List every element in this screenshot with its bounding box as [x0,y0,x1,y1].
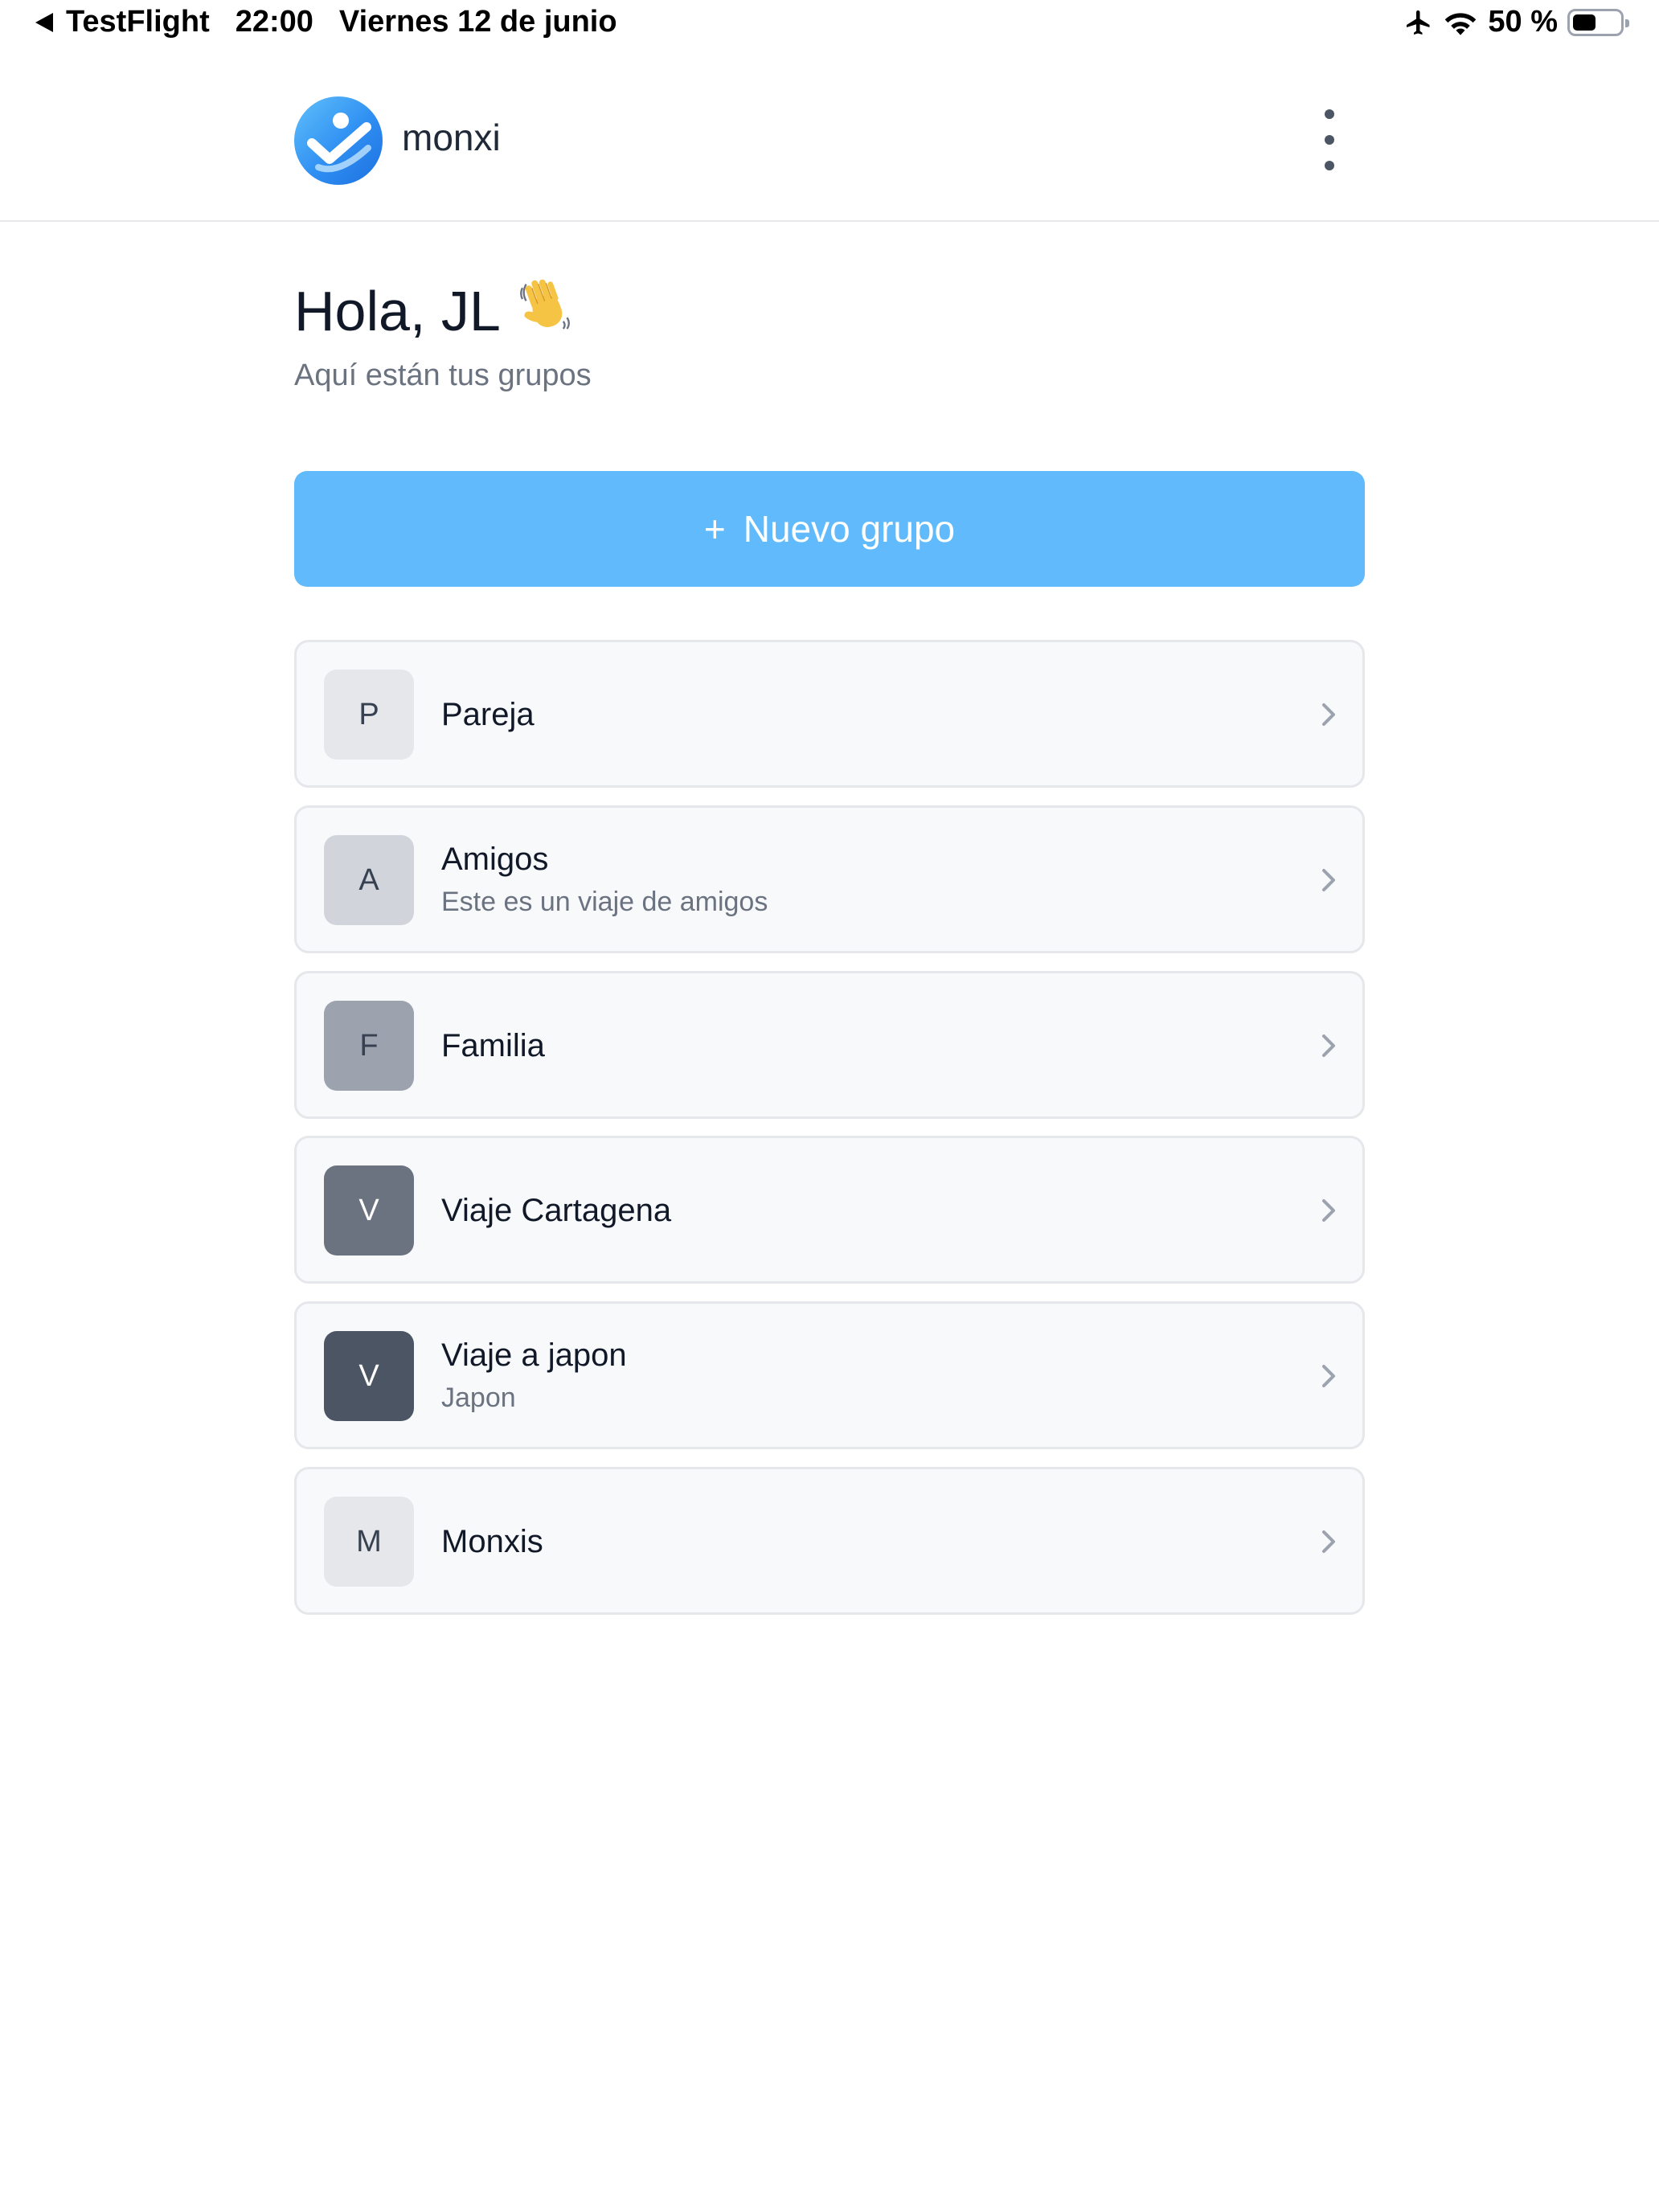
group-avatar: P [324,670,414,760]
kebab-menu-icon[interactable] [1310,108,1349,172]
group-avatar: A [324,835,414,925]
back-arrow-icon[interactable] [35,12,53,32]
status-date: Viernes 12 de junio [338,5,617,39]
status-bar: TestFlight 22:00 Viernes 12 de junio 50 … [0,0,1659,51]
new-group-button[interactable]: + Nuevo grupo [294,471,1365,587]
wifi-icon [1443,9,1478,36]
group-description: Japon [441,1382,516,1413]
group-avatar: F [324,1001,414,1091]
back-to-app-label[interactable]: TestFlight [66,5,210,39]
airplane-icon [1403,8,1435,37]
chevron-right-icon [1322,703,1335,726]
brand-name: monxi [402,117,501,158]
group-name: Amigos [441,842,549,877]
new-group-label: Nuevo grupo [743,508,956,550]
group-card-monxis[interactable]: M Monxis [294,1467,1365,1615]
group-avatar: V [324,1165,414,1256]
group-name: Viaje a japon [441,1337,627,1373]
group-card-familia[interactable]: F Familia [294,971,1365,1119]
chevron-right-icon [1322,1199,1335,1222]
greeting-heading: Hola, JL [294,275,576,347]
group-card-viaje-cartagena[interactable]: V Viaje Cartagena [294,1136,1365,1284]
battery-icon [1567,8,1629,36]
chevron-right-icon [1322,869,1335,891]
status-bar-right: 50 % [1403,5,1629,39]
chevron-right-icon [1322,1530,1335,1553]
plus-icon: + [703,508,726,550]
battery-level-fill [1573,14,1596,31]
group-description: Este es un viaje de amigos [441,887,768,917]
monxi-logo-icon[interactable] [294,96,383,185]
app-header: monxi [0,51,1659,222]
group-avatar: V [324,1331,414,1421]
status-time: 22:00 [235,5,313,39]
status-bar-left: TestFlight 22:00 Viernes 12 de junio [35,5,617,39]
group-card-pareja[interactable]: P Pareja [294,640,1365,788]
group-avatar: M [324,1497,414,1587]
group-name: Pareja [441,697,535,732]
group-card-amigos[interactable]: A Amigos Este es un viaje de amigos [294,805,1365,953]
group-name: Monxis [441,1524,543,1559]
chevron-right-icon [1322,1034,1335,1057]
group-name: Viaje Cartagena [441,1193,672,1228]
group-card-viaje-a-japon[interactable]: V Viaje a japon Japon [294,1301,1365,1449]
waving-hand-icon [517,275,576,347]
battery-percent: 50 % [1488,5,1558,39]
group-name: Familia [441,1028,545,1063]
greeting-title: Hola, JL [294,280,501,342]
chevron-right-icon [1322,1365,1335,1387]
greeting-subtitle: Aquí están tus grupos [294,358,592,392]
